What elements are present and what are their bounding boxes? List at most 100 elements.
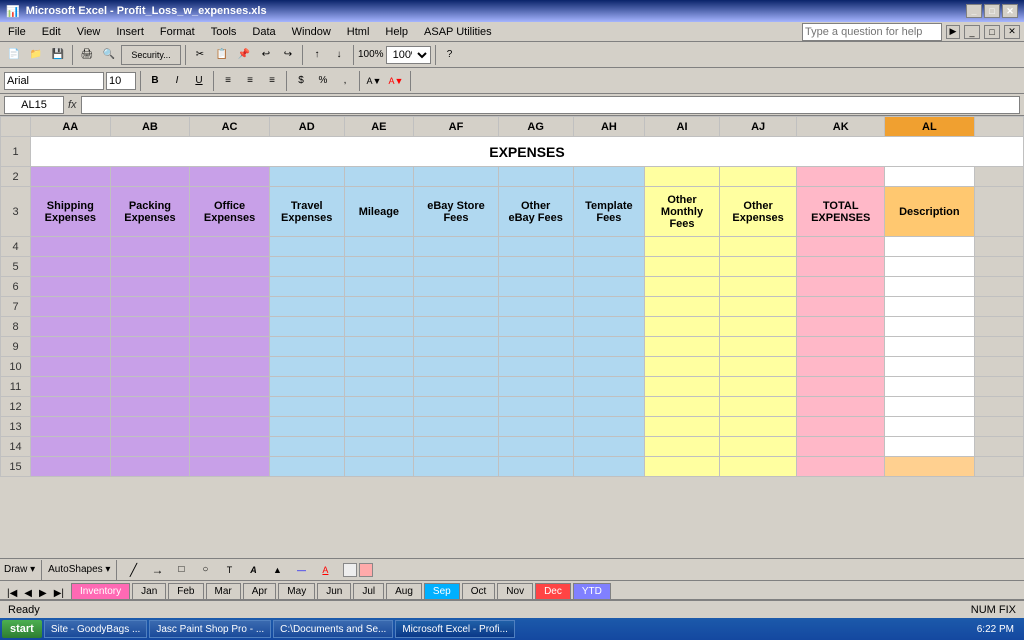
textbox-tool[interactable]: T bbox=[219, 560, 239, 580]
sheet-tab-oct[interactable]: Oct bbox=[462, 583, 496, 599]
sheet-tab-aug[interactable]: Aug bbox=[386, 583, 422, 599]
active-cell-AL15[interactable] bbox=[885, 457, 975, 477]
taskbar-goodybags[interactable]: Site - GoodyBags ... bbox=[44, 620, 148, 638]
header-other-ebay[interactable]: OthereBay Fees bbox=[498, 187, 573, 237]
sheet-tab-jun[interactable]: Jun bbox=[317, 583, 351, 599]
cell-AJ4[interactable] bbox=[719, 237, 797, 257]
italic-button[interactable]: I bbox=[167, 71, 187, 91]
header-other-expenses[interactable]: OtherExpenses bbox=[719, 187, 797, 237]
comma-button[interactable]: , bbox=[335, 71, 355, 91]
header-mileage[interactable]: Mileage bbox=[344, 187, 414, 237]
copy-button[interactable]: 📋 bbox=[212, 45, 232, 65]
cell-AB4[interactable] bbox=[110, 237, 190, 257]
color-swatch-1[interactable] bbox=[343, 563, 357, 577]
menu-window[interactable]: Window bbox=[288, 26, 335, 38]
cell-extra3[interactable] bbox=[974, 187, 1023, 237]
cell-AK4[interactable] bbox=[797, 237, 885, 257]
menu-edit[interactable]: Edit bbox=[38, 26, 65, 38]
cell-extra2[interactable] bbox=[974, 167, 1023, 187]
menu-file[interactable]: File bbox=[4, 26, 30, 38]
menu-help[interactable]: Help bbox=[381, 26, 412, 38]
minimize-excel-button[interactable]: _ bbox=[964, 25, 980, 39]
col-AJ[interactable]: AJ bbox=[719, 117, 797, 137]
bold-button[interactable]: B bbox=[145, 71, 165, 91]
start-button[interactable]: start bbox=[2, 620, 42, 638]
sheet-nav-next[interactable]: ▶ bbox=[36, 588, 50, 599]
menu-asap[interactable]: ASAP Utilities bbox=[420, 26, 496, 38]
align-right-button[interactable]: ≡ bbox=[262, 71, 282, 91]
menu-data[interactable]: Data bbox=[248, 26, 279, 38]
line-tool[interactable]: ╱ bbox=[123, 560, 143, 580]
cell-AG4[interactable] bbox=[498, 237, 573, 257]
menu-tools[interactable]: Tools bbox=[207, 26, 241, 38]
cell-AF4[interactable] bbox=[414, 237, 499, 257]
close-button[interactable]: ✕ bbox=[1002, 4, 1018, 18]
header-ebay-store[interactable]: eBay StoreFees bbox=[414, 187, 499, 237]
cell-AH2[interactable] bbox=[573, 167, 645, 187]
sheet-tab-jul[interactable]: Jul bbox=[353, 583, 384, 599]
header-total-expenses[interactable]: TOTALEXPENSES bbox=[797, 187, 885, 237]
help-button[interactable]: ? bbox=[440, 45, 460, 65]
menu-format[interactable]: Format bbox=[156, 26, 199, 38]
sort-desc-button[interactable]: ↓ bbox=[329, 45, 349, 65]
cell-AA2[interactable] bbox=[31, 167, 111, 187]
col-extra[interactable] bbox=[974, 117, 1023, 137]
security-button[interactable]: Security... bbox=[121, 45, 181, 65]
font-name-input[interactable] bbox=[4, 72, 104, 90]
rect-tool[interactable]: □ bbox=[171, 560, 191, 580]
expenses-title-cell[interactable]: EXPENSES bbox=[31, 137, 1024, 167]
fill-color-draw[interactable]: ▲ bbox=[267, 560, 287, 580]
insert-wordart[interactable]: A bbox=[243, 560, 263, 580]
header-description[interactable]: Description bbox=[885, 187, 975, 237]
header-shipping[interactable]: ShippingExpenses bbox=[31, 187, 111, 237]
restore-excel-button[interactable]: □ bbox=[984, 25, 1000, 39]
col-AA[interactable]: AA bbox=[31, 117, 111, 137]
cell-AH4[interactable] bbox=[573, 237, 645, 257]
save-button[interactable]: 💾 bbox=[48, 45, 68, 65]
col-AF[interactable]: AF bbox=[414, 117, 499, 137]
close-excel-button[interactable]: ✕ bbox=[1004, 25, 1020, 39]
sort-asc-button[interactable]: ↑ bbox=[307, 45, 327, 65]
fill-color-button[interactable]: A▼ bbox=[364, 71, 384, 91]
sheet-tab-nov[interactable]: Nov bbox=[497, 583, 533, 599]
print-button[interactable]: 🖨 bbox=[77, 45, 97, 65]
taskbar-documents[interactable]: C:\Documents and Se... bbox=[273, 620, 393, 638]
underline-button[interactable]: U bbox=[189, 71, 209, 91]
sheet-nav-last[interactable]: ▶| bbox=[51, 588, 67, 599]
arrow-tool[interactable]: → bbox=[147, 560, 167, 580]
print-preview-button[interactable]: 🔍 bbox=[99, 45, 119, 65]
sheet-tab-sep[interactable]: Sep bbox=[424, 583, 460, 599]
minimize-button[interactable]: _ bbox=[966, 4, 982, 18]
col-AL[interactable]: AL bbox=[885, 117, 975, 137]
restore-button[interactable]: □ bbox=[984, 4, 1000, 18]
menu-view[interactable]: View bbox=[73, 26, 105, 38]
col-AC[interactable]: AC bbox=[190, 117, 270, 137]
cell-AL4[interactable] bbox=[885, 237, 975, 257]
cell-AI2[interactable] bbox=[645, 167, 720, 187]
help-search-input[interactable] bbox=[802, 23, 942, 41]
cell-AK2[interactable] bbox=[797, 167, 885, 187]
taskbar-paintshop[interactable]: Jasc Paint Shop Pro - ... bbox=[149, 620, 271, 638]
col-AK[interactable]: AK bbox=[797, 117, 885, 137]
paste-button[interactable]: 📌 bbox=[234, 45, 254, 65]
sheet-tab-jan[interactable]: Jan bbox=[132, 583, 166, 599]
color-swatch-2[interactable] bbox=[359, 563, 373, 577]
cell-AL2[interactable] bbox=[885, 167, 975, 187]
col-AI[interactable]: AI bbox=[645, 117, 720, 137]
sheet-tab-feb[interactable]: Feb bbox=[168, 583, 203, 599]
undo-button[interactable]: ↩ bbox=[256, 45, 276, 65]
sheet-tab-ytd[interactable]: YTD bbox=[573, 583, 611, 599]
cell-AJ2[interactable] bbox=[719, 167, 797, 187]
new-button[interactable]: 📄 bbox=[4, 45, 24, 65]
cell-reference-box[interactable]: AL15 bbox=[4, 96, 64, 114]
sheet-tab-apr[interactable]: Apr bbox=[243, 583, 277, 599]
cut-button[interactable]: ✂ bbox=[190, 45, 210, 65]
col-AB[interactable]: AB bbox=[110, 117, 190, 137]
oval-tool[interactable]: ○ bbox=[195, 560, 215, 580]
cell-AD4[interactable] bbox=[269, 237, 344, 257]
sheet-nav-prev[interactable]: ◀ bbox=[21, 588, 35, 599]
header-packing[interactable]: PackingExpenses bbox=[110, 187, 190, 237]
redo-button[interactable]: ↪ bbox=[278, 45, 298, 65]
align-left-button[interactable]: ≡ bbox=[218, 71, 238, 91]
col-AE[interactable]: AE bbox=[344, 117, 414, 137]
